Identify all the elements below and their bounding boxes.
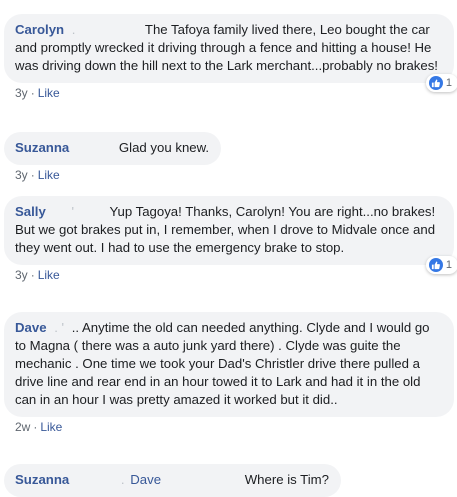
comment-time[interactable]: 3y bbox=[15, 268, 28, 282]
comment-author[interactable]: Sally bbox=[15, 204, 46, 219]
comment-meta: 3y · Like bbox=[15, 268, 454, 282]
reaction-count: 1 bbox=[445, 259, 452, 271]
thumbs-up-icon bbox=[428, 258, 443, 272]
comment-meta: 3y · Like bbox=[15, 168, 221, 182]
comment: Dave . ' .. Anytime the old can needed a… bbox=[4, 312, 454, 434]
comment-text: Glad you knew. bbox=[118, 140, 210, 155]
comment-author[interactable]: Dave bbox=[15, 320, 47, 335]
like-link[interactable]: Like bbox=[38, 268, 60, 282]
reaction-badge[interactable]: 1 bbox=[425, 256, 457, 274]
comment-author[interactable]: Suzanna bbox=[15, 472, 69, 487]
like-link[interactable]: Like bbox=[38, 86, 60, 100]
comment: Suzanna Glad you knew. 3y · Like bbox=[4, 132, 222, 182]
comment-author[interactable]: Carolyn bbox=[15, 22, 64, 37]
comment-author[interactable]: Suzanna bbox=[15, 140, 69, 155]
mention-link[interactable]: Dave bbox=[130, 472, 161, 487]
thumbs-up-icon bbox=[428, 76, 443, 90]
comment-meta: 2w · Like bbox=[15, 420, 454, 434]
redacted-text: . ' bbox=[54, 320, 65, 335]
comment-bubble: Suzanna . Dave Where is Tim? bbox=[4, 464, 341, 497]
separator: · bbox=[30, 268, 35, 282]
comment: Sally ' Yup Tagoya! Thanks, Carolyn! You… bbox=[4, 196, 457, 282]
comment-bubble: Sally ' Yup Tagoya! Thanks, Carolyn! You… bbox=[4, 196, 457, 274]
comment-meta: 3y · Like bbox=[15, 86, 454, 100]
comment-text: Where is Tim? bbox=[244, 472, 329, 487]
comment-time[interactable]: 3y bbox=[15, 168, 28, 182]
redacted-text: . bbox=[71, 22, 76, 37]
reaction-badge[interactable]: 1 bbox=[425, 74, 457, 92]
reaction-count: 1 bbox=[445, 77, 452, 89]
comment-time[interactable]: 3y bbox=[15, 86, 28, 100]
separator: · bbox=[33, 420, 38, 434]
separator: · bbox=[30, 86, 35, 100]
comment: Suzanna . Dave Where is Tim? bbox=[4, 464, 341, 497]
redacted-text: ' bbox=[71, 204, 74, 219]
comment-text: .. Anytime the old can needed anything. … bbox=[15, 320, 430, 407]
comment-bubble: Dave . ' .. Anytime the old can needed a… bbox=[4, 312, 454, 417]
comment-text: Yup Tagoya! Thanks, Carolyn! You are rig… bbox=[15, 204, 436, 255]
like-link[interactable]: Like bbox=[38, 168, 60, 182]
separator: · bbox=[30, 168, 35, 182]
comment-bubble: Suzanna Glad you knew. bbox=[4, 132, 222, 165]
comment-time[interactable]: 2w bbox=[15, 420, 30, 434]
like-link[interactable]: Like bbox=[40, 420, 62, 434]
comment-bubble: Carolyn . The Tafoya family lived there,… bbox=[4, 14, 457, 92]
redacted-text: . bbox=[120, 472, 125, 487]
comment: Carolyn . The Tafoya family lived there,… bbox=[4, 14, 457, 100]
comment-text: The Tafoya family lived there, Leo bough… bbox=[15, 22, 438, 73]
